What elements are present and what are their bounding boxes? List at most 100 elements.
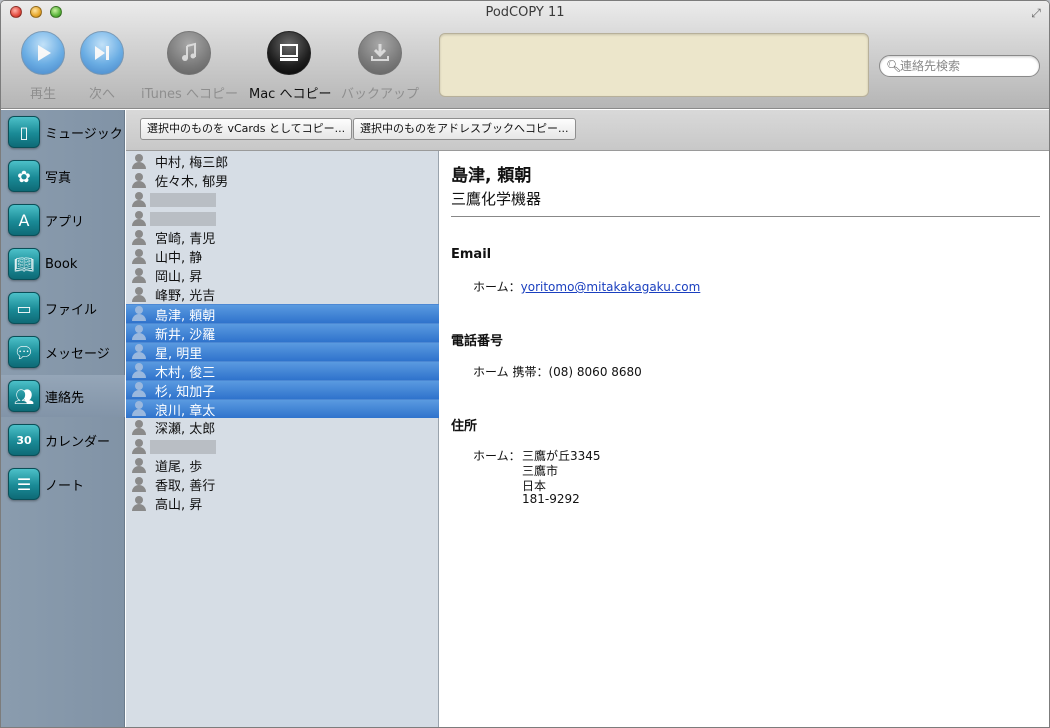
contact-detail: 島津, 頼朝 三鷹化学機器 Email ホーム：yoritomo@mitakak… bbox=[440, 151, 1049, 727]
contact-row[interactable]: 新井, 沙羅 bbox=[126, 323, 439, 343]
contact-row[interactable]: 島津, 頼朝 bbox=[126, 304, 439, 324]
contact-row[interactable]: 香取, 善行 bbox=[126, 475, 439, 494]
contact-row-name: 峰野, 光吉 bbox=[155, 289, 216, 304]
redacted-name bbox=[150, 211, 216, 226]
sidebar-item-label: ミュージック bbox=[45, 126, 123, 142]
contact-row-name: 中村, 梅三郎 bbox=[155, 156, 229, 171]
email-link[interactable]: yoritomo@mitakakagaku.com bbox=[521, 280, 701, 294]
contact-row-name: 浪川, 章太 bbox=[155, 403, 216, 419]
next-button[interactable]: 次へ bbox=[80, 31, 124, 102]
redacted-name bbox=[150, 192, 216, 207]
person-icon bbox=[131, 401, 147, 417]
status-display bbox=[439, 33, 869, 97]
contacts-icon: 👥︎ bbox=[8, 380, 40, 412]
contact-row[interactable]: 岡山, 昇 bbox=[126, 266, 439, 285]
phone-value: (08) 8060 8680 bbox=[548, 365, 642, 379]
notepad-icon: ☰ bbox=[8, 468, 40, 500]
contact-row[interactable]: 佐々木, 郁男 bbox=[126, 171, 439, 190]
sidebar-item[interactable]: 👥︎ 連絡先 bbox=[1, 375, 125, 417]
copy-as-vcards-button[interactable]: 選択中のものを vCards としてコピー... bbox=[140, 118, 353, 140]
contact-row[interactable]: 高山, 昇 bbox=[126, 494, 439, 513]
email-label: ホーム： bbox=[473, 280, 521, 294]
contact-row[interactable]: 杉, 知加子 bbox=[126, 380, 439, 400]
contact-row-name: 星, 明里 bbox=[155, 346, 203, 362]
search-input[interactable] bbox=[900, 58, 1034, 74]
person-icon bbox=[131, 306, 147, 322]
redacted-name bbox=[150, 439, 216, 454]
play-button[interactable]: 再生 bbox=[21, 31, 65, 102]
contact-row[interactable] bbox=[126, 209, 439, 228]
address-label: ホーム： bbox=[473, 449, 521, 463]
contact-row-name: 佐々木, 郁男 bbox=[155, 175, 229, 190]
sidebar-item-label: メッセージ bbox=[45, 346, 110, 362]
speech-bubble-icon: 💬︎ bbox=[8, 336, 40, 368]
contact-row-name: 深瀬, 太郎 bbox=[155, 422, 216, 437]
sidebar-item-label: Book bbox=[45, 256, 78, 272]
folder-icon: ▭ bbox=[8, 292, 40, 324]
contact-row[interactable]: 宮崎, 青児 bbox=[126, 228, 439, 247]
contact-row[interactable]: 峰野, 光吉 bbox=[126, 285, 439, 304]
contact-row[interactable]: 山中, 静 bbox=[126, 247, 439, 266]
address-line: 181-9292 bbox=[522, 492, 580, 506]
contact-row-name: 新井, 沙羅 bbox=[155, 327, 216, 343]
calendar-icon: 30 bbox=[8, 424, 40, 456]
phone-label: ホーム 携帯： bbox=[473, 365, 549, 379]
sidebar-item-label: ノート bbox=[45, 478, 85, 494]
sidebar-item[interactable]: ▯ ミュージック bbox=[1, 111, 125, 153]
sidebar-item-label: ファイル bbox=[45, 302, 98, 318]
sidebar-item[interactable]: 30 カレンダー bbox=[1, 419, 125, 461]
sidebar-item-label: 連絡先 bbox=[45, 390, 85, 406]
fullscreen-icon[interactable]: ⤢ bbox=[1029, 6, 1043, 20]
person-icon bbox=[131, 382, 147, 398]
contact-row[interactable]: 道尾, 歩 bbox=[126, 456, 439, 475]
person-icon bbox=[131, 438, 147, 455]
contact-search[interactable]: 🔍︎ bbox=[879, 55, 1040, 77]
contact-row[interactable]: 浪川, 章太 bbox=[126, 399, 439, 419]
person-icon bbox=[131, 172, 147, 189]
copy-to-mac-label: Mac へコピー bbox=[249, 87, 332, 102]
sidebar-item[interactable]: ☰ ノート bbox=[1, 463, 125, 505]
contact-row-name: 岡山, 昇 bbox=[155, 270, 203, 285]
music-note-icon bbox=[166, 31, 211, 75]
sidebar-item[interactable]: 📖︎ Book bbox=[1, 243, 125, 285]
book-icon: 📖︎ bbox=[8, 248, 40, 280]
action-bar: 選択中のものを vCards としてコピー... 選択中のものをアドレスブックへ… bbox=[126, 110, 1049, 151]
next-track-icon bbox=[80, 31, 124, 75]
copy-to-mac-button[interactable]: Mac へコピー bbox=[249, 31, 332, 102]
contact-row[interactable]: 星, 明里 bbox=[126, 342, 439, 362]
sidebar-item[interactable]: A アプリ bbox=[1, 199, 125, 241]
person-icon bbox=[131, 210, 147, 227]
person-icon bbox=[131, 495, 147, 512]
person-icon bbox=[131, 191, 147, 208]
contact-row-name: 道尾, 歩 bbox=[155, 460, 203, 475]
app-store-icon: A bbox=[8, 204, 40, 236]
sidebar-item-label: カレンダー bbox=[45, 434, 111, 450]
contact-name: 島津, 頼朝 bbox=[451, 166, 532, 186]
address-heading: 住所 bbox=[451, 419, 478, 434]
copy-to-itunes-button[interactable]: iTunes へコピー bbox=[141, 31, 238, 102]
search-icon: 🔍︎ bbox=[886, 59, 902, 73]
window-title: PodCOPY 11 bbox=[485, 5, 565, 20]
contact-row[interactable]: 木村, 俊三 bbox=[126, 361, 439, 381]
contact-list: 中村, 梅三郎 佐々木, 郁男宮崎, 青児 山中, 静岡山, 昇峰野, 光吉 島津, … bbox=[126, 151, 439, 727]
backup-button[interactable]: バックアップ bbox=[341, 31, 419, 102]
contact-row[interactable]: 中村, 梅三郎 bbox=[126, 152, 439, 171]
sidebar-item-label: 写真 bbox=[45, 170, 72, 186]
flower-icon: ✿ bbox=[8, 160, 40, 192]
sidebar-item[interactable]: ▭ ファイル bbox=[1, 287, 125, 329]
play-icon bbox=[21, 31, 65, 75]
contact-row[interactable]: 深瀬, 太郎 bbox=[126, 418, 439, 437]
copy-to-addressbook-button[interactable]: 選択中のものをアドレスブックへコピー... bbox=[353, 118, 576, 140]
person-icon bbox=[131, 267, 147, 284]
contact-row[interactable] bbox=[126, 190, 439, 209]
person-icon bbox=[131, 325, 147, 341]
contact-row[interactable] bbox=[126, 437, 439, 456]
email-heading: Email bbox=[451, 247, 492, 262]
app-window: PodCOPY 11 ⤢ 再生 次へ iTunes へコピー Mac へコピー bbox=[0, 0, 1050, 728]
contact-row-name: 島津, 頼朝 bbox=[155, 308, 216, 324]
play-label: 再生 bbox=[29, 87, 56, 102]
sidebar-item[interactable]: ✿ 写真 bbox=[1, 155, 125, 197]
sidebar-item[interactable]: 💬︎ メッセージ bbox=[1, 331, 125, 373]
person-icon bbox=[131, 457, 147, 474]
person-icon bbox=[131, 286, 147, 303]
